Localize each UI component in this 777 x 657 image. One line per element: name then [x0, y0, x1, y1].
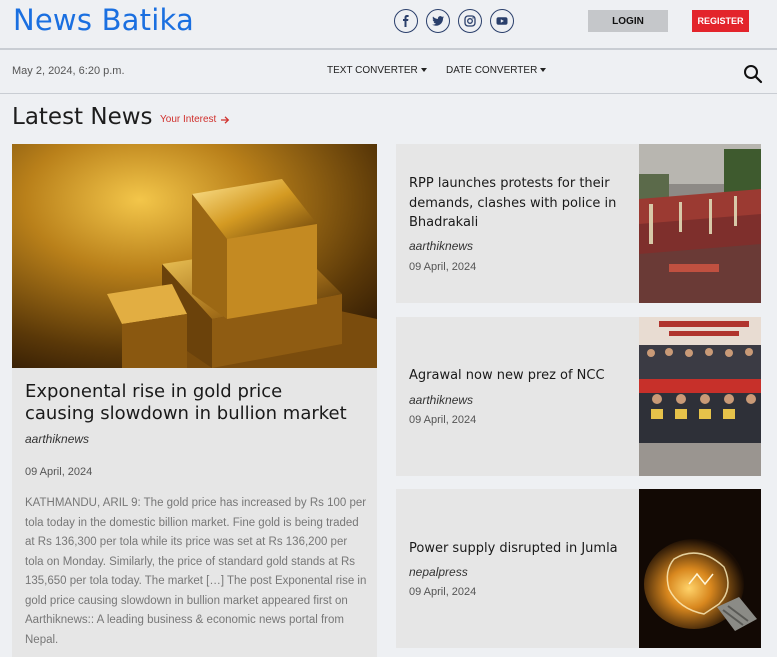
date-converter-label: DATE CONVERTER [446, 65, 538, 76]
article-card[interactable]: RPP launches protests for their demands,… [396, 144, 761, 303]
login-button[interactable]: LOGIN [588, 10, 668, 32]
your-interest-link[interactable]: Your Interest [160, 114, 230, 125]
text-converter-menu[interactable]: TEXT CONVERTER [327, 65, 427, 76]
article-title[interactable]: RPP launches protests for their demands,… [409, 174, 624, 233]
article-date: 09 April, 2024 [409, 586, 477, 598]
register-button[interactable]: REGISTER [692, 10, 749, 32]
text-converter-label: TEXT CONVERTER [327, 65, 418, 76]
date-converter-menu[interactable]: DATE CONVERTER [446, 65, 547, 76]
featured-article-date: 09 April, 2024 [25, 466, 93, 478]
article-title[interactable]: Agrawal now new prez of NCC [409, 366, 624, 386]
current-date: May 2, 2024, 6:20 p.m. [12, 65, 125, 77]
social-links [394, 9, 514, 33]
article-source: aarthiknews [409, 239, 474, 253]
caret-down-icon [540, 67, 547, 72]
featured-article-excerpt: KATHMANDU, ARIL 9: The gold price has in… [25, 497, 367, 646]
arrow-right-icon [221, 115, 230, 124]
article-card[interactable]: Agrawal now new prez of NCC aarthiknews … [396, 317, 761, 476]
ncc-group-photo-image[interactable] [639, 317, 761, 476]
section-title: Latest News [12, 104, 153, 130]
protest-crowd-image[interactable] [639, 144, 761, 303]
featured-article-title[interactable]: Exponental rise in gold price causing sl… [25, 381, 355, 425]
article-card[interactable]: Power supply disrupted in Jumla nepalpre… [396, 489, 761, 648]
sub-navigation: May 2, 2024, 6:20 p.m. TEXT CONVERTER DA… [0, 52, 777, 94]
facebook-icon[interactable] [394, 9, 418, 33]
article-date: 09 April, 2024 [409, 261, 477, 273]
instagram-icon[interactable] [458, 9, 482, 33]
article-title[interactable]: Power supply disrupted in Jumla [409, 539, 624, 559]
featured-article-source: aarthiknews [25, 432, 90, 446]
featured-article[interactable]: Exponental rise in gold price causing sl… [12, 144, 377, 657]
gold-bars-image[interactable] [12, 144, 377, 368]
article-date: 09 April, 2024 [409, 414, 477, 426]
your-interest-label: Your Interest [160, 114, 217, 125]
search-icon[interactable] [743, 64, 763, 84]
caret-down-icon [420, 67, 427, 72]
twitter-icon[interactable] [426, 9, 450, 33]
top-header: News Batika LOGIN REGISTER [0, 0, 777, 50]
site-logo[interactable]: News Batika [13, 3, 194, 37]
article-source: aarthiknews [409, 393, 474, 407]
article-source: nepalpress [409, 565, 468, 579]
youtube-icon[interactable] [490, 9, 514, 33]
light-bulb-image[interactable] [639, 489, 761, 648]
